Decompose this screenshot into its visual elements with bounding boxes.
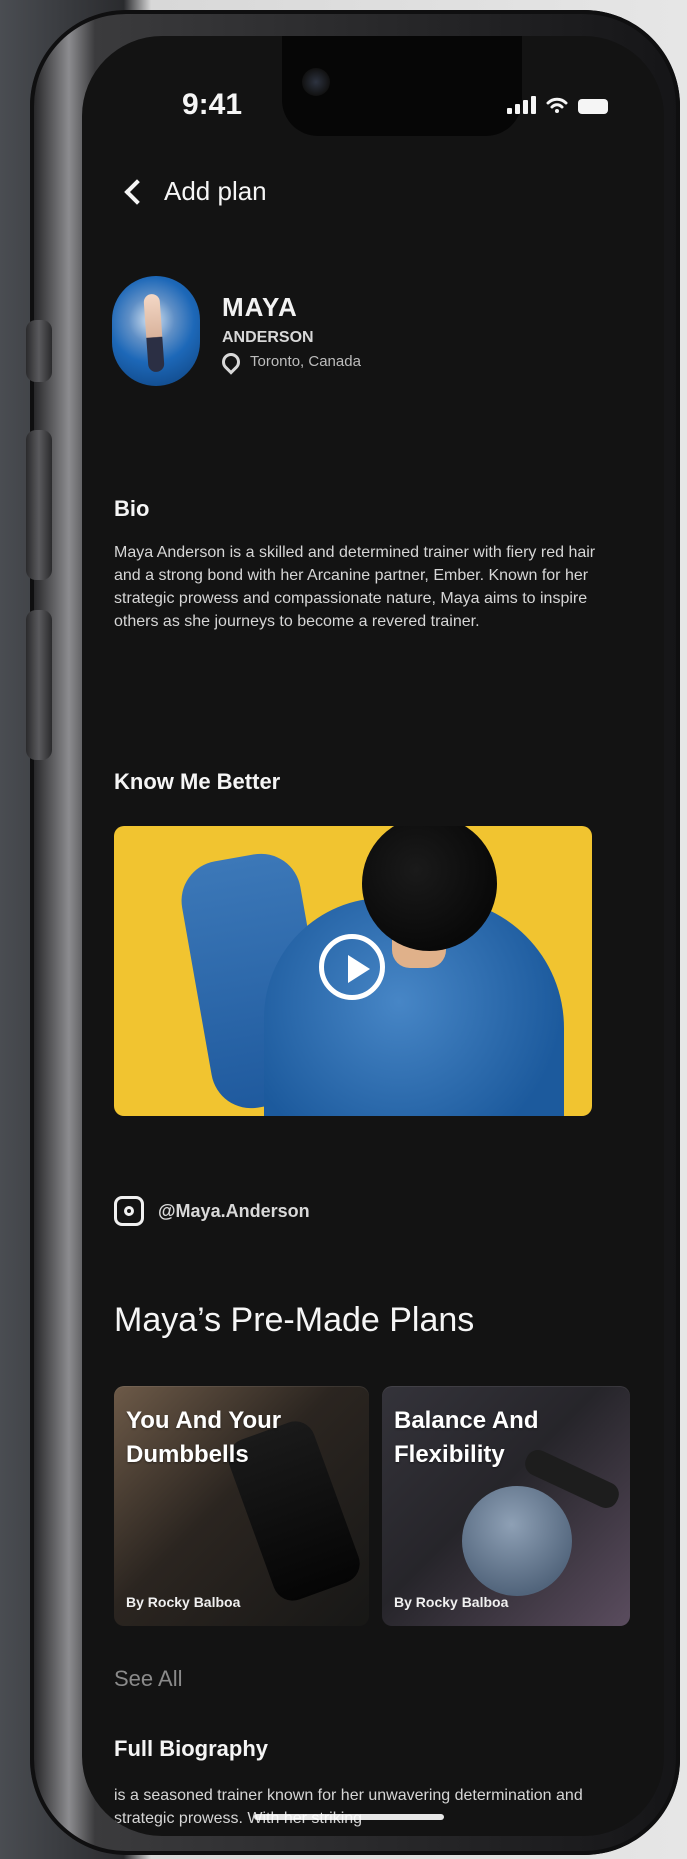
plan-title: You And Your Dumbbells — [126, 1407, 282, 1468]
status-time: 9:41 — [182, 88, 243, 121]
avatar — [112, 276, 200, 386]
premade-plans-heading: Maya’s Pre-Made Plans — [114, 1301, 475, 1339]
top-navigation: Add plan — [122, 176, 267, 207]
side-button — [26, 320, 52, 382]
bio-text: Maya Anderson is a skilled and determine… — [114, 544, 596, 630]
chevron-left-icon[interactable] — [124, 178, 150, 205]
front-camera-icon — [302, 68, 330, 96]
trainer-last-name: ANDERSON — [222, 328, 314, 346]
location-label: Toronto, Canada — [250, 353, 361, 370]
volume-down-button — [26, 610, 52, 760]
volume-up-button — [26, 430, 52, 580]
plan-card-dumbbells[interactable]: You And Your Dumbbells By Rocky Balboa — [114, 1386, 369, 1626]
device-mockup-stage: 9:41 Add plan MAYA ANDERSON Toronto, Can… — [0, 0, 687, 1859]
plan-card-balance[interactable]: Balance And Flexibility By Rocky Balboa — [382, 1386, 630, 1626]
plan-title: Balance And Flexibility — [394, 1407, 539, 1468]
home-indicator[interactable] — [254, 1814, 444, 1820]
know-me-better-heading: Know Me Better — [114, 769, 281, 794]
trainer-location: Toronto, Canada — [218, 348, 361, 375]
trainer-profile-header: MAYA ANDERSON Toronto, Canada — [112, 276, 361, 386]
signal-icon — [507, 94, 536, 114]
profile-info: MAYA ANDERSON Toronto, Canada — [218, 291, 361, 375]
full-biography-text: is a seasoned trainer known for her unwa… — [114, 1787, 583, 1827]
bio-heading: Bio — [114, 496, 150, 521]
plan-author: By Rocky Balboa — [126, 1594, 241, 1610]
map-pin-icon — [218, 348, 244, 375]
instagram-handle[interactable]: @Maya.Anderson — [158, 1201, 310, 1222]
play-icon[interactable] — [319, 934, 385, 1000]
trainer-first-name: MAYA — [222, 291, 298, 322]
see-all-link[interactable]: See All — [114, 1666, 183, 1692]
exercise-ball-image-shape — [462, 1486, 572, 1596]
intro-video-card[interactable] — [114, 826, 592, 1116]
status-icons — [507, 94, 608, 114]
instagram-link[interactable]: @Maya.Anderson — [114, 1196, 310, 1226]
battery-icon — [578, 99, 608, 114]
full-biography-heading: Full Biography — [114, 1736, 268, 1761]
add-plan-title[interactable]: Add plan — [164, 176, 267, 207]
instagram-icon — [114, 1196, 144, 1226]
wifi-icon — [546, 97, 568, 113]
phone-screen: 9:41 Add plan MAYA ANDERSON Toronto, Can… — [82, 36, 664, 1836]
plan-author: By Rocky Balboa — [394, 1594, 509, 1610]
